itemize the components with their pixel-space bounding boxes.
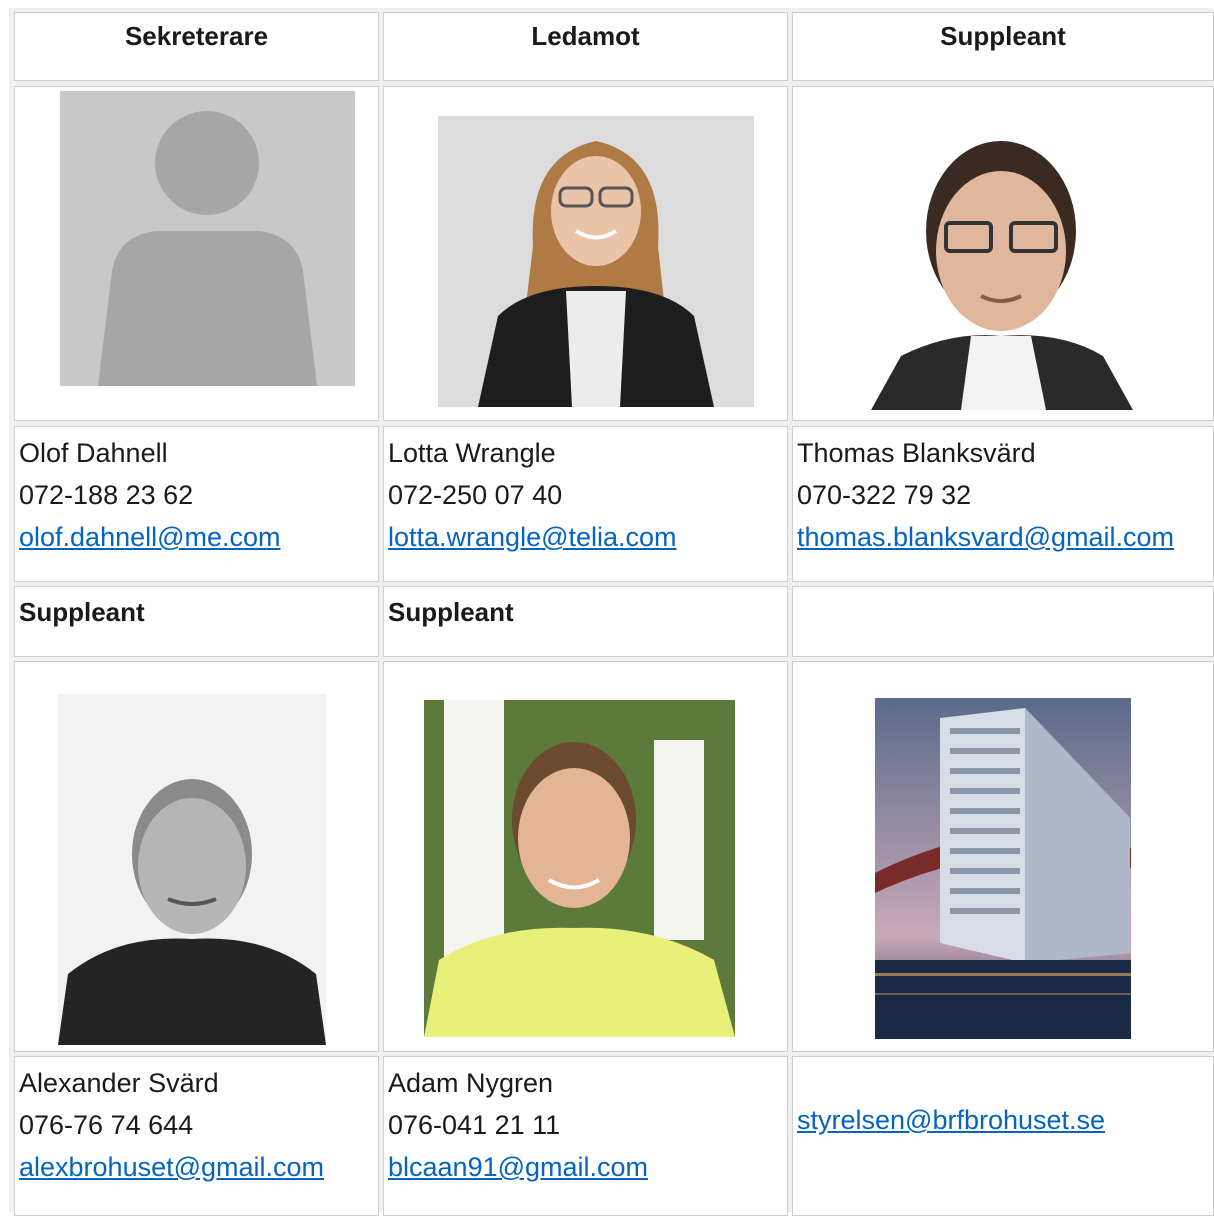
portrait-woman-image	[438, 116, 754, 407]
member-name: Olof Dahnell	[19, 438, 168, 468]
member-phone: 076-041 21 11	[388, 1110, 561, 1140]
member-email-link[interactable]: blcaan91@gmail.com	[388, 1152, 648, 1182]
member-name: Adam Nygren	[388, 1068, 554, 1098]
avatar-placeholder-image	[60, 91, 355, 386]
building-brohuset-image	[875, 698, 1131, 1039]
member-email-link[interactable]: thomas.blanksvard@gmail.com	[797, 522, 1174, 552]
photo-cell-thomas	[792, 86, 1214, 421]
board-email-link[interactable]: styrelsen@brfbrohuset.se	[797, 1105, 1105, 1135]
header-suppleant-alexander: Suppleant	[14, 586, 379, 657]
member-info-alexander: Alexander Svärd 076-76 74 644 alexbrohus…	[14, 1056, 379, 1216]
member-name: Lotta Wrangle	[388, 438, 556, 468]
photo-cell-alexander	[14, 661, 379, 1052]
header-suppleant-adam: Suppleant	[383, 586, 788, 657]
member-phone: 070-322 79 32	[797, 480, 972, 510]
member-email-link[interactable]: alexbrohuset@gmail.com	[19, 1152, 324, 1182]
header-sekreterare: Sekreterare	[14, 12, 379, 81]
portrait-man-bw-image	[58, 694, 326, 1045]
portrait-man-yellow-shirt-image	[424, 700, 735, 1037]
photo-cell-lotta	[383, 86, 788, 421]
member-phone: 072-188 23 62	[19, 480, 194, 510]
photo-cell-building	[792, 661, 1214, 1052]
board-contact-cell: styrelsen@brfbrohuset.se	[792, 1056, 1214, 1216]
member-name: Thomas Blanksvärd	[797, 438, 1036, 468]
member-info-lotta: Lotta Wrangle 072-250 07 40 lotta.wrangl…	[383, 426, 788, 582]
photo-cell-adam	[383, 661, 788, 1052]
member-email-link[interactable]: olof.dahnell@me.com	[19, 522, 281, 552]
header-ledamot: Ledamot	[383, 12, 788, 81]
header-suppleant: Suppleant	[792, 12, 1214, 81]
portrait-man-glasses-image	[871, 131, 1133, 410]
member-info-adam: Adam Nygren 076-041 21 11 blcaan91@gmail…	[383, 1056, 788, 1216]
photo-cell-olof	[14, 86, 379, 421]
member-phone: 072-250 07 40	[388, 480, 563, 510]
member-info-thomas: Thomas Blanksvärd 070-322 79 32 thomas.b…	[792, 426, 1214, 582]
header-empty	[792, 586, 1214, 657]
member-info-olof: Olof Dahnell 072-188 23 62 olof.dahnell@…	[14, 426, 379, 582]
member-phone: 076-76 74 644	[19, 1110, 194, 1140]
member-email-link[interactable]: lotta.wrangle@telia.com	[388, 522, 677, 552]
member-name: Alexander Svärd	[19, 1068, 219, 1098]
